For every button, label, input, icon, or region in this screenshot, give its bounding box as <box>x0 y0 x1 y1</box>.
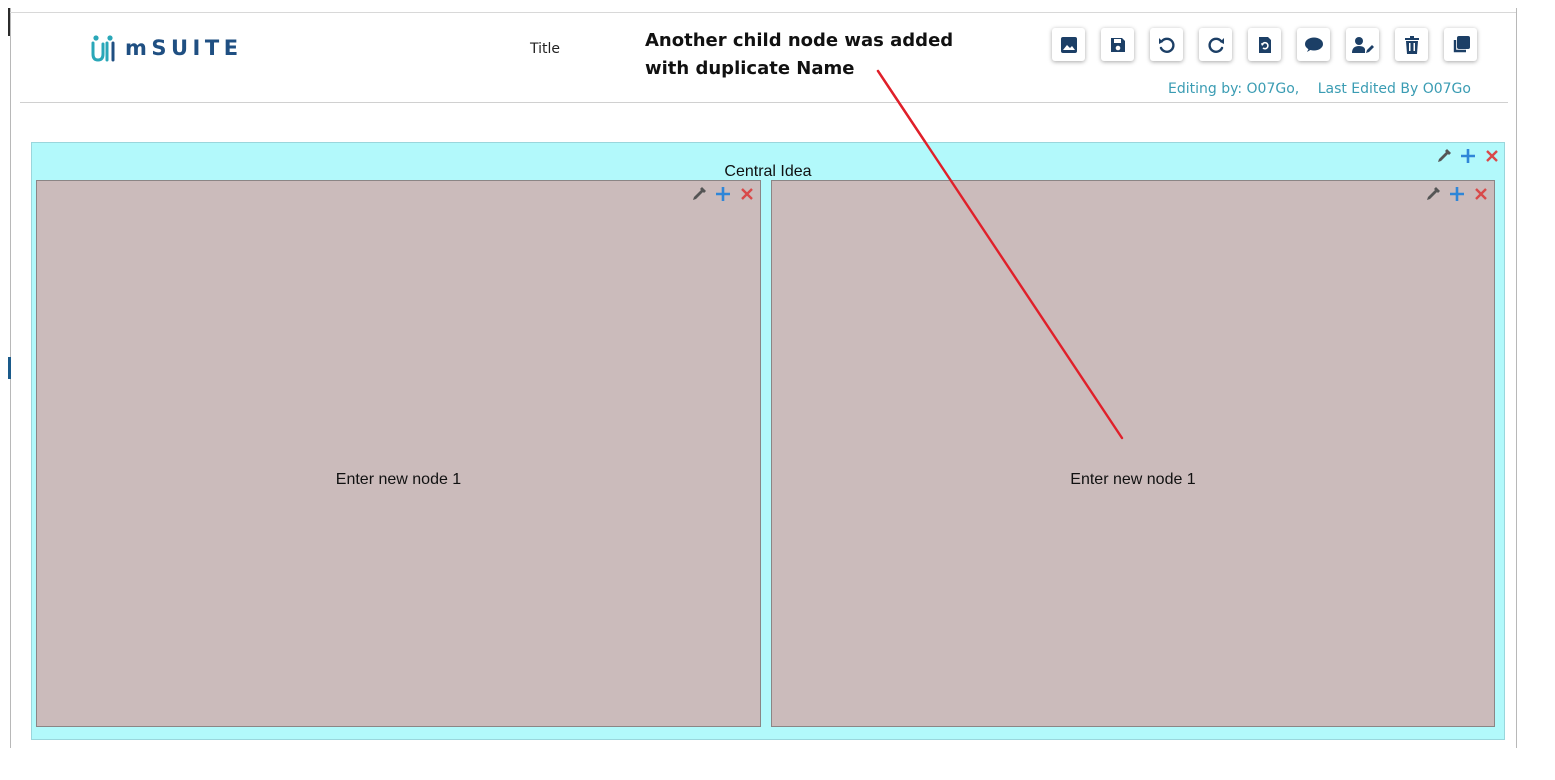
undo-icon <box>1158 37 1175 53</box>
window-border-top <box>10 12 1516 13</box>
eyedropper-icon[interactable] <box>1435 147 1453 165</box>
redo-button[interactable] <box>1199 28 1232 61</box>
copy-icon <box>1453 35 1470 52</box>
editing-status: Editing by: O07Go, Last Edited By O07Go <box>1168 81 1485 97</box>
editing-by-text: Editing by: O07Go, <box>1168 81 1300 97</box>
user-edit-icon <box>1351 36 1374 53</box>
central-idea-node[interactable]: Central Idea Enter new node 1 Enter new … <box>31 142 1505 740</box>
close-icon[interactable] <box>1483 147 1501 165</box>
close-icon[interactable] <box>1472 185 1490 203</box>
copy-button[interactable] <box>1444 28 1477 61</box>
undo-button[interactable] <box>1150 28 1183 61</box>
restore-file-icon <box>1258 36 1271 53</box>
window-border-right <box>1516 8 1517 748</box>
last-edited-text: Last Edited By O07Go <box>1317 81 1471 97</box>
annotation-note: Another child node was added with duplic… <box>645 27 975 83</box>
child-node-actions <box>690 185 756 203</box>
app-logo[interactable]: mSUITE <box>90 34 243 62</box>
plus-icon[interactable] <box>1459 147 1477 165</box>
document-title[interactable]: Title <box>530 41 560 57</box>
insert-image-button[interactable] <box>1052 28 1085 61</box>
logo-people-icon <box>91 35 115 62</box>
redo-icon <box>1207 37 1224 53</box>
comments-button[interactable] <box>1297 28 1330 61</box>
restore-button[interactable] <box>1248 28 1281 61</box>
save-icon <box>1110 37 1125 52</box>
window-edge-mark <box>8 357 11 379</box>
plus-icon[interactable] <box>714 185 732 203</box>
child-node-label[interactable]: Enter new node 1 <box>37 471 760 489</box>
eyedropper-icon[interactable] <box>690 185 708 203</box>
image-icon <box>1060 36 1077 53</box>
child-node[interactable]: Enter new node 1 <box>771 180 1495 727</box>
editors-button[interactable] <box>1346 28 1379 61</box>
toolbar <box>1052 28 1477 61</box>
annotation-line-1: Another child node was added <box>645 30 954 51</box>
child-node[interactable]: Enter new node 1 <box>36 180 761 727</box>
annotation-line-2: with duplicate Name <box>645 58 855 79</box>
plus-icon[interactable] <box>1448 185 1466 203</box>
child-node-actions <box>1424 185 1490 203</box>
eyedropper-icon[interactable] <box>1424 185 1442 203</box>
child-node-label[interactable]: Enter new node 1 <box>772 471 1494 489</box>
delete-button[interactable] <box>1395 28 1428 61</box>
trash-icon <box>1404 35 1419 54</box>
comment-icon <box>1304 37 1323 52</box>
logo-text: mSUITE <box>125 35 243 60</box>
close-icon[interactable] <box>738 185 756 203</box>
header-divider <box>20 102 1508 103</box>
save-button[interactable] <box>1101 28 1134 61</box>
central-idea-label[interactable]: Central Idea <box>32 163 1504 181</box>
central-node-actions <box>1435 147 1501 165</box>
